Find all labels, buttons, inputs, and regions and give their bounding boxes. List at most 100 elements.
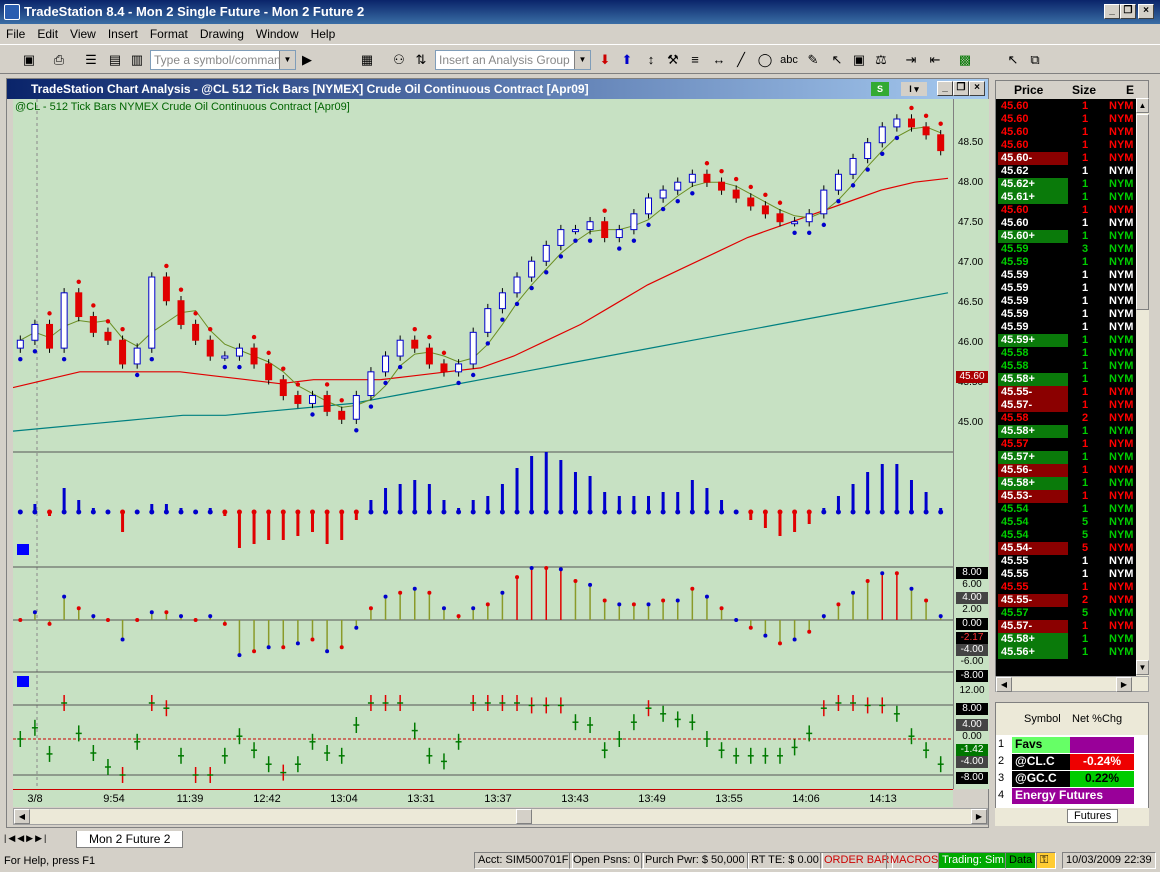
windows-icon[interactable]: ▣: [18, 49, 40, 71]
arrow-down-icon[interactable]: ⬇: [594, 49, 616, 71]
tick-row[interactable]: 45.58+ 1 NYM: [996, 633, 1134, 646]
go-arrow-icon[interactable]: ▶: [296, 49, 318, 71]
quote-row[interactable]: 3 @GC.C 0.22%: [996, 771, 1148, 788]
menu-file[interactable]: File: [0, 27, 31, 41]
data-badge[interactable]: Data: [1005, 852, 1037, 869]
quote-row[interactable]: 2 @CL.C -0.24%: [996, 754, 1148, 771]
tick-row[interactable]: 45.59 1 NYM: [996, 256, 1134, 269]
menu-view[interactable]: View: [64, 27, 102, 41]
scroll-left-icon[interactable]: ◀: [14, 809, 30, 824]
tick-row[interactable]: 45.55- 2 NYM: [996, 594, 1134, 607]
tick-row[interactable]: 45.56- 1 NYM: [996, 464, 1134, 477]
order-icon[interactable]: ▥: [126, 49, 148, 71]
grid-icon[interactable]: ▩: [954, 49, 976, 71]
scroll-up-icon[interactable]: ▲: [1136, 98, 1149, 113]
format-icon[interactable]: ▦: [356, 49, 378, 71]
tick-row[interactable]: 45.59 1 NYM: [996, 321, 1134, 334]
tick-row[interactable]: 45.55 1 NYM: [996, 555, 1134, 568]
tick-row[interactable]: 45.59 3 NYM: [996, 243, 1134, 256]
tick-row[interactable]: 45.60+ 1 NYM: [996, 230, 1134, 243]
col-exchange[interactable]: E: [1126, 83, 1134, 97]
tick-row[interactable]: 45.55 1 NYM: [996, 568, 1134, 581]
horizontal-scrollbar[interactable]: ◀ ▶: [13, 808, 988, 825]
analysis-group-select[interactable]: Insert an Analysis Group ▼: [435, 50, 591, 70]
osc1-marker[interactable]: [17, 544, 29, 555]
vertical-line-icon[interactable]: ↕: [640, 49, 662, 71]
tick-row[interactable]: 45.54 5 NYM: [996, 516, 1134, 529]
tick-row[interactable]: 45.59 1 NYM: [996, 295, 1134, 308]
scroll-thumb[interactable]: [516, 809, 532, 824]
chart-close-button[interactable]: ×: [969, 81, 985, 96]
tick-row[interactable]: 45.62 1 NYM: [996, 165, 1134, 178]
tick-row[interactable]: 45.59 1 NYM: [996, 308, 1134, 321]
text-icon[interactable]: abc: [778, 49, 800, 71]
tick-row[interactable]: 45.54- 5 NYM: [996, 542, 1134, 555]
menu-insert[interactable]: Insert: [102, 27, 144, 41]
tab-nav-icon[interactable]: |◀◀▶▶|: [4, 833, 48, 844]
scroll-thumb[interactable]: [1136, 114, 1149, 310]
tools-icon[interactable]: ⚒: [662, 49, 684, 71]
snapshot-icon[interactable]: ▣: [848, 49, 870, 71]
tick-row[interactable]: 45.53- 1 NYM: [996, 490, 1134, 503]
close-button[interactable]: ×: [1138, 4, 1154, 19]
scroll-right-icon[interactable]: ▶: [971, 809, 987, 824]
tick-row[interactable]: 45.62+ 1 NYM: [996, 178, 1134, 191]
tick-row[interactable]: 45.59+ 1 NYM: [996, 334, 1134, 347]
chart-minimize-button[interactable]: _: [937, 81, 953, 96]
vertical-scrollbar[interactable]: ▲ ▼: [1136, 98, 1149, 676]
chevron-down-icon[interactable]: ▼: [574, 51, 590, 69]
tick-row[interactable]: 45.60 1 NYM: [996, 126, 1134, 139]
tick-row[interactable]: 45.60 1 NYM: [996, 139, 1134, 152]
tick-row[interactable]: 45.54 1 NYM: [996, 503, 1134, 516]
tick-row[interactable]: 45.56+ 1 NYM: [996, 646, 1134, 659]
order-bar-button[interactable]: ORDER BAR: [820, 852, 894, 869]
tick-row[interactable]: 45.54 5 NYM: [996, 529, 1134, 542]
osc2-marker[interactable]: [17, 676, 29, 687]
tick-row[interactable]: 45.60 1 NYM: [996, 100, 1134, 113]
arrow-up-icon[interactable]: ⬆: [616, 49, 638, 71]
tab-futures[interactable]: Futures: [1067, 809, 1119, 823]
tick-row[interactable]: 45.57- 1 NYM: [996, 620, 1134, 633]
scroll-down-icon[interactable]: ▼: [1136, 660, 1149, 675]
link-icon[interactable]: ⧉: [1024, 49, 1046, 71]
tick-row[interactable]: 45.58+ 1 NYM: [996, 425, 1134, 438]
tick-row[interactable]: 45.59 1 NYM: [996, 282, 1134, 295]
chart-restore-button[interactable]: ❐: [953, 81, 969, 96]
symbol-input[interactable]: Type a symbol/command ▼: [150, 50, 296, 70]
scroll-right-icon[interactable]: ▶: [1116, 677, 1132, 692]
indicator-icon[interactable]: ⚇: [388, 49, 410, 71]
tick-row[interactable]: 45.58 1 NYM: [996, 347, 1134, 360]
scroll-left-icon[interactable]: ◀: [996, 677, 1012, 692]
tick-row[interactable]: 45.60 1 NYM: [996, 113, 1134, 126]
menu-window[interactable]: Window: [250, 27, 305, 41]
pointer-icon[interactable]: ↖: [826, 49, 848, 71]
menu-format[interactable]: Format: [144, 27, 194, 41]
trading-mode-badge[interactable]: Trading: Sim: [938, 852, 1008, 869]
eraser-icon[interactable]: ✎: [802, 49, 824, 71]
lock-icon[interactable]: ▤: [104, 49, 126, 71]
print-icon[interactable]: ⎙: [48, 49, 70, 71]
horizontal-lines-icon[interactable]: ≡: [684, 49, 706, 71]
lock-icon[interactable]: ⚿: [1036, 852, 1056, 869]
tick-row[interactable]: 45.57 1 NYM: [996, 438, 1134, 451]
restore-button[interactable]: ❐: [1120, 4, 1136, 19]
menu-help[interactable]: Help: [305, 27, 342, 41]
tick-row[interactable]: 45.57+ 1 NYM: [996, 451, 1134, 464]
macros-button[interactable]: MACROS: [886, 852, 943, 869]
tick-row[interactable]: 45.61+ 1 NYM: [996, 191, 1134, 204]
horizontal-line-icon[interactable]: ↔: [708, 49, 730, 71]
tick-row[interactable]: 45.58 1 NYM: [996, 360, 1134, 373]
list-icon[interactable]: ☰: [80, 49, 102, 71]
tick-row[interactable]: 45.59 1 NYM: [996, 269, 1134, 282]
tick-row[interactable]: 45.57- 1 NYM: [996, 399, 1134, 412]
tick-row[interactable]: 45.55 1 NYM: [996, 581, 1134, 594]
ellipse-icon[interactable]: ◯: [754, 49, 776, 71]
tick-row[interactable]: 45.55- 1 NYM: [996, 386, 1134, 399]
quote-row[interactable]: 4 Energy Futures: [996, 788, 1148, 805]
zoom-in-icon[interactable]: ⇥: [900, 49, 922, 71]
cursor-icon[interactable]: ↖: [1002, 49, 1024, 71]
menu-edit[interactable]: Edit: [31, 27, 64, 41]
tick-row[interactable]: 45.57 5 NYM: [996, 607, 1134, 620]
zoom-out-icon[interactable]: ⇤: [924, 49, 946, 71]
tick-row[interactable]: 45.60- 1 NYM: [996, 152, 1134, 165]
